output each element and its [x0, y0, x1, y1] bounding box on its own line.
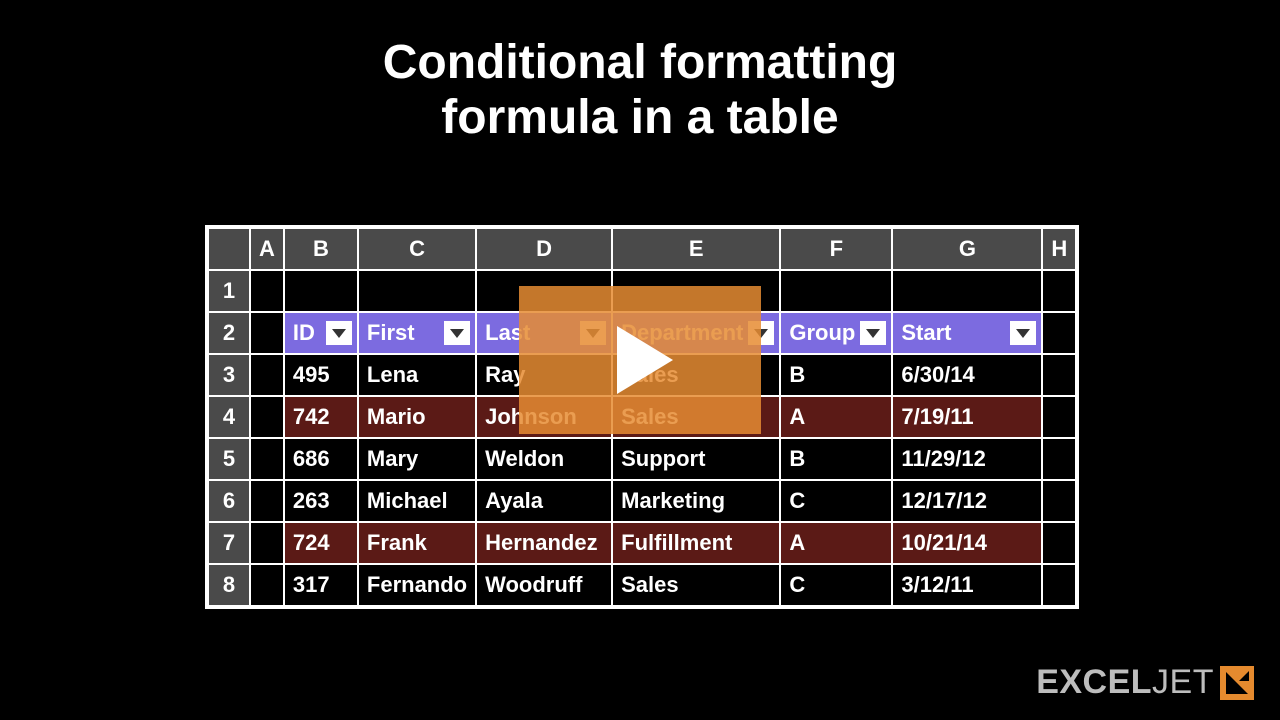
table-row: 8 317 Fernando Woodruff Sales C 3/12/11	[208, 564, 1076, 606]
cell-E6[interactable]: Marketing	[612, 480, 780, 522]
cell-A8[interactable]	[250, 564, 284, 606]
row-header-4[interactable]: 4	[208, 396, 250, 438]
cell-D5[interactable]: Weldon	[476, 438, 612, 480]
play-icon	[617, 326, 673, 394]
cell-E8[interactable]: Sales	[612, 564, 780, 606]
cell-B5[interactable]: 686	[284, 438, 358, 480]
header-label: First	[367, 320, 415, 345]
cell-F5[interactable]: B	[780, 438, 892, 480]
cell-D6[interactable]: Ayala	[476, 480, 612, 522]
cell-C8[interactable]: Fernando	[358, 564, 476, 606]
cell-A7[interactable]	[250, 522, 284, 564]
cell-B6[interactable]: 263	[284, 480, 358, 522]
table-row: 6 263 Michael Ayala Marketing C 12/17/12	[208, 480, 1076, 522]
cell-H3[interactable]	[1042, 354, 1076, 396]
arrow-icon	[1220, 666, 1254, 700]
filter-dropdown-icon[interactable]	[444, 321, 470, 345]
table-row: 5 686 Mary Weldon Support B 11/29/12	[208, 438, 1076, 480]
cell-E7[interactable]: Fulfillment	[612, 522, 780, 564]
cell-F3[interactable]: B	[780, 354, 892, 396]
select-all-corner[interactable]	[208, 228, 250, 270]
cell-G8[interactable]: 3/12/11	[892, 564, 1042, 606]
cell-A5[interactable]	[250, 438, 284, 480]
cell-C4[interactable]: Mario	[358, 396, 476, 438]
cell-A4[interactable]	[250, 396, 284, 438]
table-header-id[interactable]: ID	[284, 312, 358, 354]
cell-D8[interactable]: Woodruff	[476, 564, 612, 606]
table-header-first[interactable]: First	[358, 312, 476, 354]
cell-G1[interactable]	[892, 270, 1042, 312]
row-header-1[interactable]: 1	[208, 270, 250, 312]
cell-H7[interactable]	[1042, 522, 1076, 564]
cell-B1[interactable]	[284, 270, 358, 312]
col-header-F[interactable]: F	[780, 228, 892, 270]
col-header-A[interactable]: A	[250, 228, 284, 270]
row-header-8[interactable]: 8	[208, 564, 250, 606]
cell-H2[interactable]	[1042, 312, 1076, 354]
row-header-6[interactable]: 6	[208, 480, 250, 522]
cell-H8[interactable]	[1042, 564, 1076, 606]
cell-C6[interactable]: Michael	[358, 480, 476, 522]
cell-G6[interactable]: 12/17/12	[892, 480, 1042, 522]
cell-A3[interactable]	[250, 354, 284, 396]
page-title: Conditional formatting formula in a tabl…	[0, 35, 1280, 145]
header-label: ID	[293, 320, 315, 345]
brand-logo: EXCELJET	[1036, 663, 1254, 702]
title-line-1: Conditional formatting	[0, 35, 1280, 90]
cell-F1[interactable]	[780, 270, 892, 312]
table-header-start[interactable]: Start	[892, 312, 1042, 354]
brand-text: EXCELJET	[1036, 663, 1214, 702]
cell-A2[interactable]	[250, 312, 284, 354]
brand-thin: JET	[1152, 663, 1214, 701]
cell-H1[interactable]	[1042, 270, 1076, 312]
cell-G5[interactable]: 11/29/12	[892, 438, 1042, 480]
header-label: Start	[901, 320, 951, 345]
col-header-H[interactable]: H	[1042, 228, 1076, 270]
play-button[interactable]	[519, 286, 761, 434]
brand-bold: EXCEL	[1036, 663, 1152, 701]
col-header-G[interactable]: G	[892, 228, 1042, 270]
col-header-C[interactable]: C	[358, 228, 476, 270]
header-label: Group	[789, 320, 855, 345]
row-header-7[interactable]: 7	[208, 522, 250, 564]
cell-E5[interactable]: Support	[612, 438, 780, 480]
cell-A6[interactable]	[250, 480, 284, 522]
filter-dropdown-icon[interactable]	[1010, 321, 1036, 345]
cell-F7[interactable]: A	[780, 522, 892, 564]
cell-F6[interactable]: C	[780, 480, 892, 522]
table-row: 7 724 Frank Hernandez Fulfillment A 10/2…	[208, 522, 1076, 564]
title-line-2: formula in a table	[0, 90, 1280, 145]
row-header-5[interactable]: 5	[208, 438, 250, 480]
cell-G4[interactable]: 7/19/11	[892, 396, 1042, 438]
cell-B8[interactable]: 317	[284, 564, 358, 606]
filter-dropdown-icon[interactable]	[860, 321, 886, 345]
cell-C5[interactable]: Mary	[358, 438, 476, 480]
filter-dropdown-icon[interactable]	[326, 321, 352, 345]
col-header-B[interactable]: B	[284, 228, 358, 270]
column-header-row: A B C D E F G H	[208, 228, 1076, 270]
row-header-3[interactable]: 3	[208, 354, 250, 396]
row-header-2[interactable]: 2	[208, 312, 250, 354]
cell-F8[interactable]: C	[780, 564, 892, 606]
cell-H5[interactable]	[1042, 438, 1076, 480]
col-header-D[interactable]: D	[476, 228, 612, 270]
cell-F4[interactable]: A	[780, 396, 892, 438]
cell-H6[interactable]	[1042, 480, 1076, 522]
cell-B3[interactable]: 495	[284, 354, 358, 396]
cell-C1[interactable]	[358, 270, 476, 312]
table-header-group[interactable]: Group	[780, 312, 892, 354]
cell-C7[interactable]: Frank	[358, 522, 476, 564]
cell-A1[interactable]	[250, 270, 284, 312]
cell-D7[interactable]: Hernandez	[476, 522, 612, 564]
cell-C3[interactable]: Lena	[358, 354, 476, 396]
cell-H4[interactable]	[1042, 396, 1076, 438]
cell-B4[interactable]: 742	[284, 396, 358, 438]
cell-G3[interactable]: 6/30/14	[892, 354, 1042, 396]
col-header-E[interactable]: E	[612, 228, 780, 270]
cell-B7[interactable]: 724	[284, 522, 358, 564]
cell-G7[interactable]: 10/21/14	[892, 522, 1042, 564]
